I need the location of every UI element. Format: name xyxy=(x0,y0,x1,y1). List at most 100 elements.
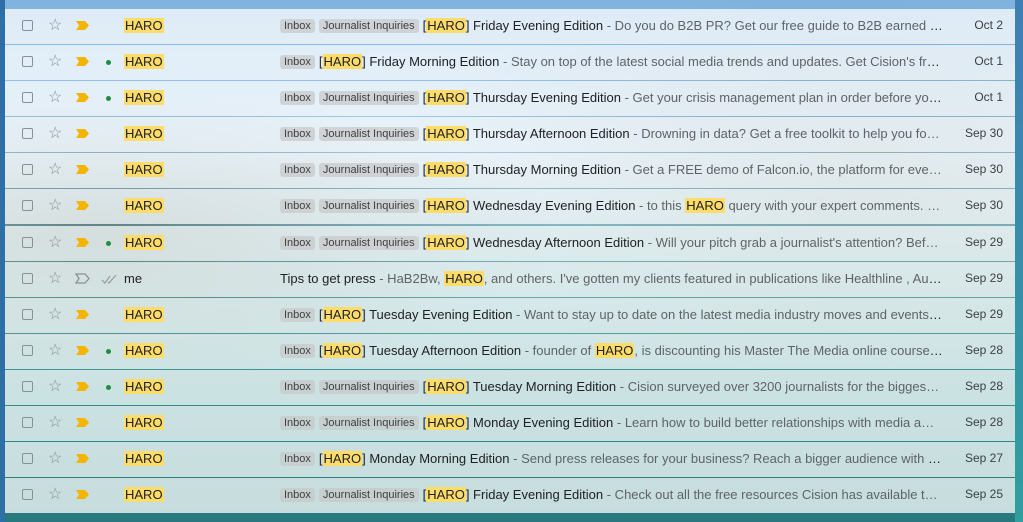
checkbox-icon[interactable] xyxy=(22,453,33,465)
label-chip[interactable]: Journalist Inquiries xyxy=(318,488,419,503)
snippet: - founder of HARO, is discounting his Ma… xyxy=(521,342,945,358)
checkbox-icon[interactable] xyxy=(22,236,33,248)
subject-rest: ] Thursday Evening Edition xyxy=(465,90,621,106)
sender-name: me xyxy=(124,271,142,286)
email-row[interactable]: ☆ HARO Inbox Journalist Inquiries [HARO] Wed… xyxy=(5,189,1015,225)
sender-name: HARO xyxy=(124,342,164,358)
email-row[interactable]: ☆ HARO Inbox Journalist Inquiries [HARO] Thu… xyxy=(5,153,1015,189)
checkbox-icon[interactable] xyxy=(22,164,33,176)
star-icon[interactable]: ☆ xyxy=(48,485,62,505)
subject: [HARO] Friday Evening Edition xyxy=(423,487,603,503)
label-chip[interactable]: Journalist Inquiries xyxy=(318,379,419,394)
important-marker-icon[interactable] xyxy=(75,345,90,356)
important-marker-icon[interactable] xyxy=(75,417,90,428)
label-chip[interactable]: Inbox xyxy=(280,416,315,431)
subject: [HARO] Tuesday Evening Edition xyxy=(319,306,512,322)
subject: [HARO] Tuesday Afternoon Edition xyxy=(319,342,521,358)
email-content: Inbox Journalist Inquiries [HARO] Friday E… xyxy=(280,487,945,503)
email-content: Inbox Journalist Inquiries [HARO] Thursday… xyxy=(280,90,945,106)
email-row[interactable]: ☆ HARO Inbox Journalist Inquiries [HARO] Fri… xyxy=(5,9,1015,44)
snippet-prefix: - HaB2Bw, xyxy=(375,270,445,286)
label-chip[interactable]: Journalist Inquiries xyxy=(318,91,419,106)
label-chip[interactable]: Inbox xyxy=(280,91,315,106)
star-icon[interactable]: ☆ xyxy=(48,16,62,36)
checkbox-icon[interactable] xyxy=(22,489,33,501)
star-icon[interactable]: ☆ xyxy=(48,160,62,180)
email-row[interactable]: ☆ HARO Inbox Journalist Inquiries [HARO] Thu… xyxy=(5,117,1015,153)
checkbox-icon[interactable] xyxy=(22,380,33,392)
sender-name: HARO xyxy=(124,126,164,142)
label-chip[interactable]: Inbox xyxy=(280,307,315,322)
label-chip[interactable]: Journalist Inquiries xyxy=(318,163,419,178)
checkbox-icon[interactable] xyxy=(22,417,33,429)
label-chip[interactable]: Inbox xyxy=(280,55,315,70)
label-chip[interactable]: Inbox xyxy=(280,127,315,142)
label-chip[interactable]: Inbox xyxy=(280,379,315,394)
checkbox-icon[interactable] xyxy=(22,200,33,212)
important-marker-icon[interactable] xyxy=(75,453,90,464)
important-marker-icon[interactable] xyxy=(75,381,90,392)
unread-dot-icon xyxy=(106,240,111,246)
label-chip[interactable]: Inbox xyxy=(280,488,315,503)
label-chip[interactable]: Inbox xyxy=(280,19,315,33)
star-icon[interactable]: ☆ xyxy=(48,88,62,108)
label-chip[interactable]: Inbox xyxy=(280,343,315,358)
star-icon[interactable]: ☆ xyxy=(48,413,62,433)
important-marker-icon[interactable] xyxy=(75,237,90,248)
label-chip[interactable]: Inbox xyxy=(280,452,315,467)
label-chip[interactable]: Journalist Inquiries xyxy=(318,19,419,33)
label-chip[interactable]: Inbox xyxy=(280,199,315,214)
email-content: Inbox Journalist Inquiries [HARO] Wednesda… xyxy=(280,234,945,250)
important-marker-icon[interactable] xyxy=(75,56,90,67)
label-chip[interactable]: Journalist Inquiries xyxy=(318,416,419,431)
star-icon[interactable]: ☆ xyxy=(48,52,62,72)
email-row[interactable]: ☆ HARO Inbox Journalist Inquiries [HARO] Tue… xyxy=(5,369,1015,405)
star-icon[interactable]: ☆ xyxy=(48,124,62,144)
label-chip[interactable]: Inbox xyxy=(280,163,315,178)
email-row[interactable]: ☆ HARO Inbox Journalist Inquiries [HARO] Fri… xyxy=(5,478,1015,514)
important-marker-icon[interactable] xyxy=(75,489,90,500)
star-icon[interactable]: ☆ xyxy=(48,377,62,397)
important-marker-icon[interactable] xyxy=(75,309,90,320)
subject-rest: ] Wednesday Evening Edition xyxy=(465,198,636,214)
star-icon[interactable]: ☆ xyxy=(48,196,62,216)
checkbox-icon[interactable] xyxy=(22,272,33,284)
checkbox-icon[interactable] xyxy=(22,128,33,140)
important-marker-outline-icon[interactable] xyxy=(75,273,90,284)
snippet: - to this HARO query with your expert co… xyxy=(635,198,940,214)
email-row[interactable]: ☆ HARO Inbox [HARO] Monday Morning Edition … xyxy=(5,442,1015,478)
label-chip[interactable]: Inbox xyxy=(280,235,315,250)
email-row[interactable]: ☆ HARO Inbox [HARO] Tuesday Afternoon Editi… xyxy=(5,333,1015,369)
checkbox-icon[interactable] xyxy=(22,56,33,68)
label-chip[interactable]: Journalist Inquiries xyxy=(318,235,419,250)
sender-name: HARO xyxy=(124,162,164,178)
important-marker-icon[interactable] xyxy=(75,128,90,139)
star-icon[interactable]: ☆ xyxy=(48,305,62,325)
email-row[interactable]: ☆ HARO Inbox [HARO] Friday Morning Edition … xyxy=(5,45,1015,81)
star-icon[interactable]: ☆ xyxy=(48,269,62,289)
label-chip[interactable]: Journalist Inquiries xyxy=(318,199,419,214)
email-row[interactable]: ☆ me Tips to get press - HaB2Bw, HARO, and… xyxy=(5,261,1015,297)
checkbox-icon[interactable] xyxy=(22,92,33,104)
checkbox-icon[interactable] xyxy=(22,308,33,320)
star-icon[interactable]: ☆ xyxy=(48,449,62,469)
subject-prefix: Tips to get press xyxy=(280,270,376,286)
checkbox-icon[interactable] xyxy=(22,344,33,356)
sender-name: HARO xyxy=(124,54,164,70)
email-row[interactable]: ☆ HARO Inbox Journalist Inquiries [HARO] Mon… xyxy=(5,406,1015,442)
star-icon[interactable]: ☆ xyxy=(48,341,62,361)
subject-highlight: HARO xyxy=(426,198,466,214)
email-row[interactable]: ☆ HARO Inbox Journalist Inquiries [HARO] Thu… xyxy=(5,81,1015,117)
important-marker-icon[interactable] xyxy=(75,164,90,175)
email-row[interactable]: ☆ HARO Inbox Journalist Inquiries [HARO] Wed… xyxy=(5,225,1015,261)
checkbox-icon[interactable] xyxy=(22,20,33,31)
email-list: ☆ HARO Inbox Journalist Inquiries [HARO] Fri… xyxy=(5,9,1015,514)
important-marker-icon[interactable] xyxy=(75,92,90,103)
important-marker-icon[interactable] xyxy=(75,200,90,211)
important-marker-icon[interactable] xyxy=(75,20,90,31)
subject: [HARO] Wednesday Evening Edition xyxy=(423,198,636,214)
email-row[interactable]: ☆ HARO Inbox [HARO] Tuesday Evening Edition… xyxy=(5,297,1015,333)
label-chip[interactable]: Journalist Inquiries xyxy=(318,127,419,142)
star-icon[interactable]: ☆ xyxy=(48,233,62,253)
sender-name: HARO xyxy=(124,415,164,431)
